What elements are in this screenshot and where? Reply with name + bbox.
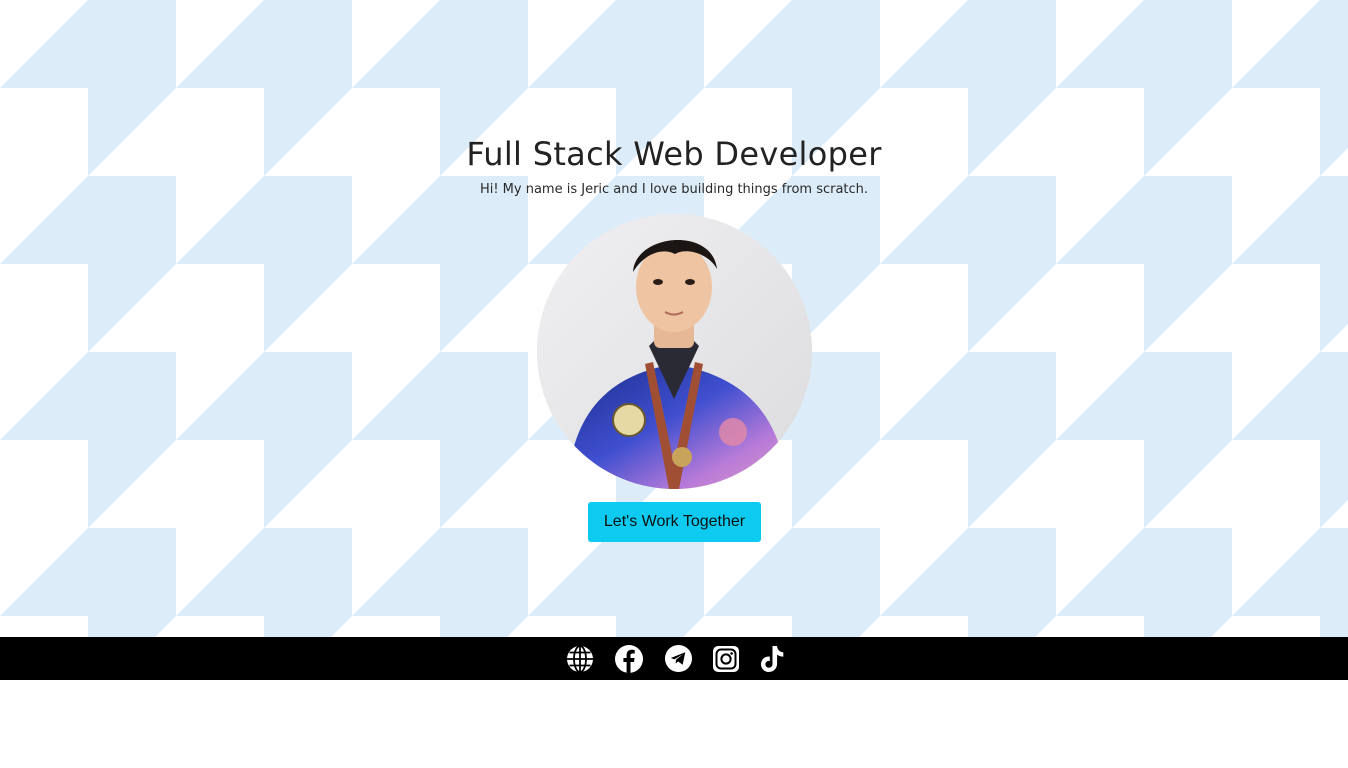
profile-photo-illustration: [537, 214, 812, 489]
instagram-icon: [713, 645, 739, 672]
tiktok-link[interactable]: [757, 637, 787, 680]
facebook-icon: [615, 644, 643, 673]
page-title: Full Stack Web Developer: [466, 135, 882, 173]
instagram-link[interactable]: [711, 637, 741, 680]
page-bottom-area: [0, 680, 1348, 768]
facebook-link[interactable]: [614, 637, 644, 680]
intro-text: Hi! My name is Jeric and I love building…: [479, 182, 869, 197]
hero-content: Full Stack Web Developer Hi! My name is …: [0, 0, 1348, 637]
profile-photo: [537, 214, 812, 489]
website-link[interactable]: [564, 637, 595, 680]
tiktok-icon: [761, 645, 784, 672]
footer-social-bar: [0, 637, 1348, 680]
telegram-icon: [664, 644, 692, 673]
telegram-link[interactable]: [663, 637, 693, 680]
hero-section: Full Stack Web Developer Hi! My name is …: [0, 0, 1348, 637]
globe-icon: [566, 644, 593, 673]
lets-work-together-button[interactable]: Let's Work Together: [588, 502, 761, 542]
